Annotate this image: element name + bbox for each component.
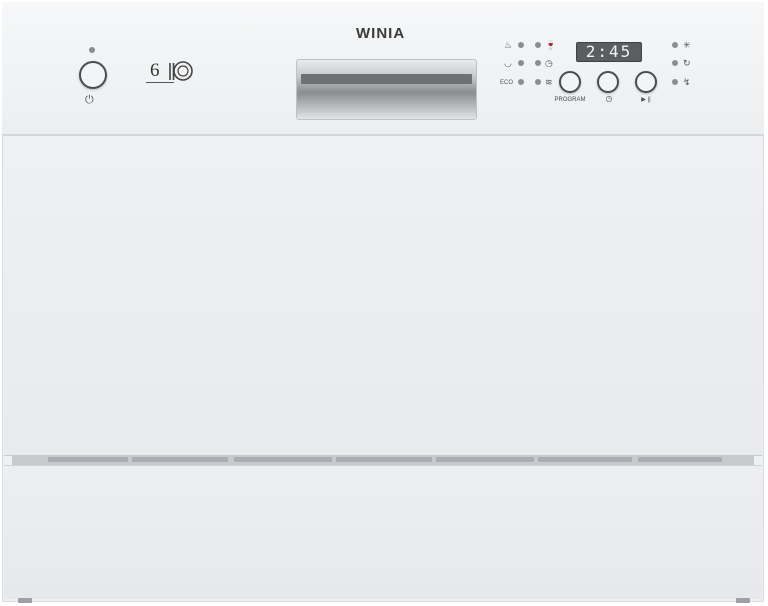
indicator-rinse: ≋ bbox=[535, 77, 559, 87]
power-button[interactable] bbox=[79, 61, 107, 89]
clock-icon: ◷ bbox=[605, 94, 613, 103]
indicator-pot: ♨ bbox=[504, 40, 528, 50]
indicator-led bbox=[672, 60, 678, 66]
brand-logo: WINIA bbox=[356, 25, 406, 42]
play-pause-icon: ▶ || bbox=[641, 97, 651, 103]
quick-wash-icon: ◷ bbox=[545, 58, 553, 68]
door-panel[interactable] bbox=[4, 138, 762, 456]
indicator-led bbox=[518, 79, 524, 85]
indicator-bowl: ◡ bbox=[504, 58, 528, 68]
indicator-led bbox=[535, 60, 541, 66]
door-gap bbox=[12, 455, 754, 465]
gap-segment bbox=[638, 457, 722, 462]
indicator-quick: ◷ bbox=[535, 58, 559, 68]
indicator-glass: 🍷 bbox=[535, 40, 559, 50]
time-display: 2:45 bbox=[576, 42, 642, 62]
program-label: PROGRAM bbox=[554, 97, 586, 103]
left-foot bbox=[18, 598, 32, 603]
salt-icon: ↯ bbox=[683, 77, 691, 87]
indicator-eco: ECO bbox=[500, 77, 528, 87]
gap-segment bbox=[132, 457, 228, 462]
indicator-led bbox=[535, 42, 541, 48]
indicator-sanitize: ✳ bbox=[672, 40, 696, 50]
gap-segment bbox=[48, 457, 128, 462]
indicator-salt: ↯ bbox=[672, 77, 696, 87]
pot-icon: ♨ bbox=[504, 40, 513, 50]
capacity-value: 6 bbox=[150, 60, 160, 81]
power-indicator-led bbox=[89, 47, 95, 53]
refresh-icon: ↻ bbox=[683, 58, 691, 68]
delay-button[interactable] bbox=[597, 71, 619, 93]
rinse-icon: ≋ bbox=[545, 77, 553, 87]
right-foot bbox=[736, 598, 750, 603]
place-setting-icon bbox=[169, 61, 193, 81]
indicator-led bbox=[518, 42, 524, 48]
base-kickplate bbox=[4, 465, 762, 599]
door-handle[interactable] bbox=[296, 59, 477, 120]
gap-segment bbox=[538, 457, 632, 462]
gap-segment bbox=[436, 457, 534, 462]
eco-label: ECO bbox=[500, 80, 514, 86]
start-pause-button[interactable] bbox=[635, 71, 657, 93]
indicator-led bbox=[535, 79, 541, 85]
indicator-refresh: ↻ bbox=[672, 58, 696, 68]
handle-recess bbox=[301, 74, 472, 84]
gap-segment bbox=[234, 457, 332, 462]
program-button[interactable] bbox=[559, 71, 581, 93]
power-icon: ⏻ bbox=[85, 94, 94, 106]
indicator-led bbox=[672, 79, 678, 85]
sanitize-icon: ✳ bbox=[683, 40, 691, 50]
indicator-led bbox=[672, 42, 678, 48]
gap-segment bbox=[336, 457, 432, 462]
bowl-icon: ◡ bbox=[504, 58, 512, 68]
wine-glass-icon: 🍷 bbox=[545, 40, 557, 50]
indicator-led bbox=[518, 60, 524, 66]
